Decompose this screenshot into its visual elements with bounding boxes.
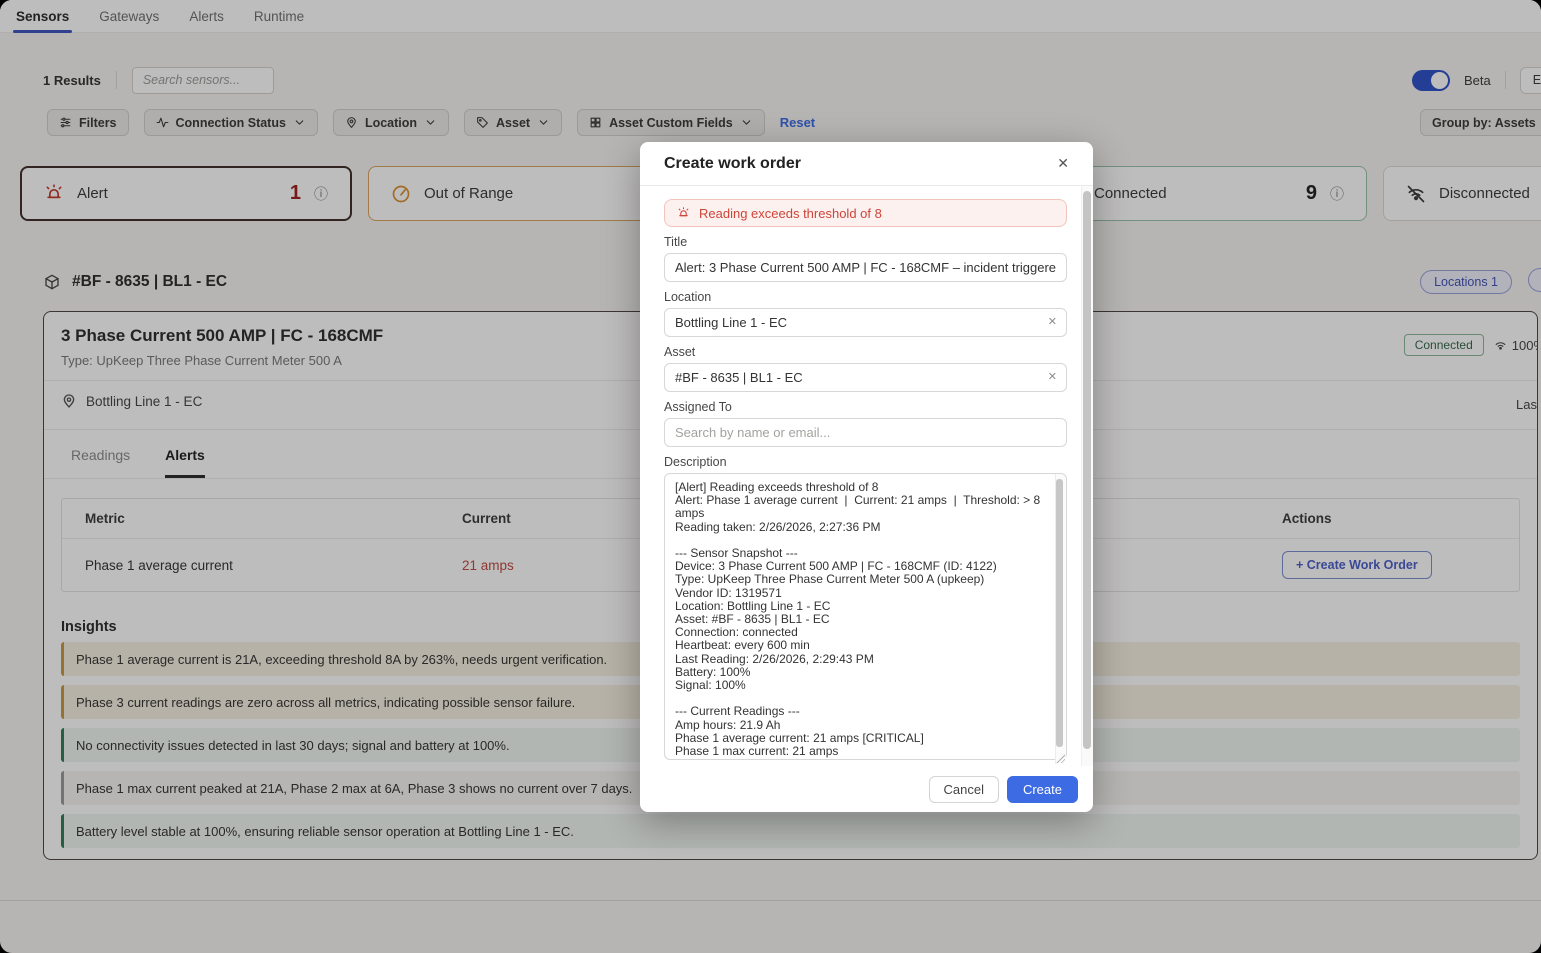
alert-banner: Reading exceeds threshold of 8 xyxy=(664,199,1067,227)
clear-icon[interactable]: ✕ xyxy=(1048,370,1057,383)
clear-icon[interactable]: ✕ xyxy=(1048,315,1057,328)
cancel-button[interactable]: Cancel xyxy=(929,776,999,803)
close-icon[interactable]: ✕ xyxy=(1057,155,1069,172)
asset-select: ✕ xyxy=(664,363,1067,392)
create-button[interactable]: Create xyxy=(1007,776,1078,803)
create-work-order-modal: Create work order ✕ Reading exceeds thre… xyxy=(640,142,1093,812)
assigned-to-field[interactable] xyxy=(664,418,1067,447)
asset-label: Asset xyxy=(664,345,1067,359)
modal-footer: Cancel Create xyxy=(640,766,1093,812)
textarea-scrollbar[interactable] xyxy=(1055,474,1066,764)
description-field[interactable]: [Alert] Reading exceeds threshold of 8 A… xyxy=(664,473,1067,760)
modal-body: Reading exceeds threshold of 8 Title Loc… xyxy=(640,186,1093,766)
scrollbar-thumb[interactable] xyxy=(1056,479,1063,747)
assigned-to-label: Assigned To xyxy=(664,400,1067,414)
title-field[interactable] xyxy=(664,253,1067,282)
modal-header: Create work order ✕ xyxy=(640,142,1093,186)
location-field[interactable] xyxy=(664,308,1067,337)
app-window: Sensors Gateways Alerts Runtime 1 Result… xyxy=(0,0,1541,953)
modal-title: Create work order xyxy=(664,155,801,173)
description-label: Description xyxy=(664,455,1067,469)
description-wrap: [Alert] Reading exceeds threshold of 8 A… xyxy=(664,473,1067,765)
scrollbar-thumb[interactable] xyxy=(1083,191,1091,749)
alarm-icon xyxy=(677,207,690,220)
location-select: ✕ xyxy=(664,308,1067,337)
location-label: Location xyxy=(664,290,1067,304)
asset-field[interactable] xyxy=(664,363,1067,392)
title-label: Title xyxy=(664,235,1067,249)
modal-scrollbar[interactable] xyxy=(1081,186,1093,766)
alert-banner-text: Reading exceeds threshold of 8 xyxy=(699,206,882,221)
